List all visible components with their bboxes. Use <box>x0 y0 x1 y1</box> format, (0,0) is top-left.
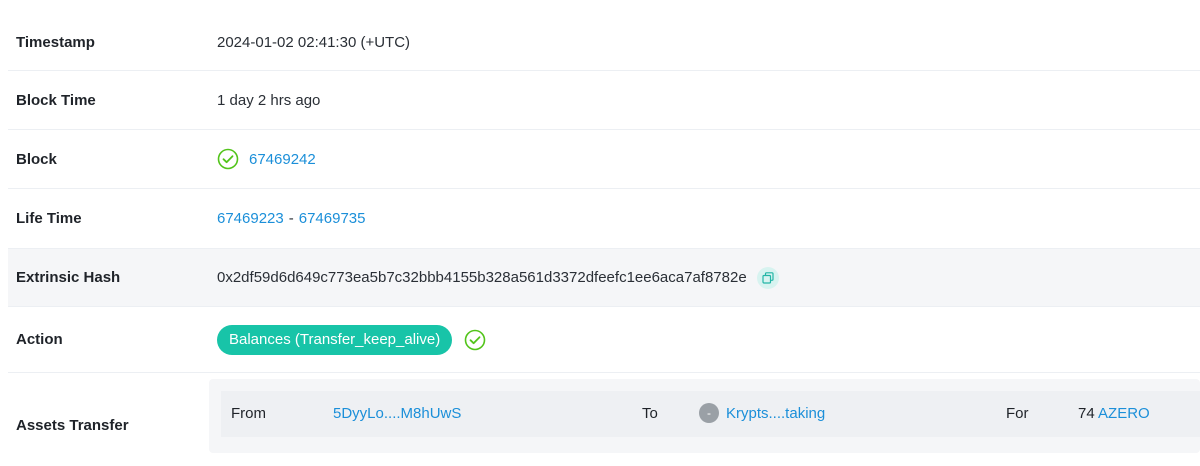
transfer-amount: 74 AZERO <box>1078 391 1150 437</box>
row-block: Block 67469242 <box>8 130 1200 189</box>
check-circle-icon <box>217 148 239 170</box>
life-time-separator: - <box>288 210 294 227</box>
row-action: Action Balances (Transfer_keep_alive) <box>8 307 1200 373</box>
action-label: Action <box>16 331 63 348</box>
timestamp-value: 2024-01-02 02:41:30 (+UTC) <box>217 33 411 51</box>
extrinsic-hash-label: Extrinsic Hash <box>16 269 121 286</box>
transfer-to-account-link[interactable]: Krypts....taking <box>726 405 825 422</box>
transfer-entry: From 5DyyLo....M8hUwS To - Krypts....taki… <box>221 391 1200 437</box>
transfer-to-account: - Krypts....taking <box>699 391 825 437</box>
transfer-token-link[interactable]: AZERO <box>1098 405 1150 422</box>
assets-transfer-box: From 5DyyLo....M8hUwS To - Krypts....taki… <box>209 379 1200 453</box>
life-time-start-link[interactable]: 67469223 <box>217 210 284 227</box>
block-time-value: 1 day 2 hrs ago <box>217 91 321 109</box>
extrinsic-details-table: Timestamp 2024-01-02 02:41:30 (+UTC) Blo… <box>8 14 1200 466</box>
avatar-icon: - <box>699 402 719 423</box>
action-badge[interactable]: Balances (Transfer_keep_alive) <box>217 324 453 355</box>
block-label: Block <box>16 150 57 168</box>
check-circle-icon <box>464 329 486 351</box>
block-value: 67469242 <box>217 148 316 170</box>
copy-icon[interactable] <box>756 266 779 289</box>
transfer-amount-value: 74 <box>1078 405 1095 422</box>
life-time-value: 67469223 - 67469735 <box>217 210 366 227</box>
row-block-time: Block Time 1 day 2 hrs ago <box>8 71 1200 130</box>
assets-transfer-label: Assets Transfer <box>16 417 129 434</box>
transfer-from-address-link[interactable]: 5DyyLo....M8hUwS <box>333 391 461 437</box>
timestamp-label: Timestamp <box>16 33 95 51</box>
row-extrinsic-hash: Extrinsic Hash 0x2df59d6d649c773ea5b7c32… <box>8 249 1200 307</box>
transfer-from-label: From <box>231 405 266 422</box>
transfer-to-label: To <box>642 405 658 422</box>
block-number-link[interactable]: 67469242 <box>249 151 316 168</box>
action-value: Balances (Transfer_keep_alive) <box>217 324 496 355</box>
row-assets-transfer: Assets Transfer From 5DyyLo....M8hUwS To… <box>8 373 1200 466</box>
row-timestamp: Timestamp 2024-01-02 02:41:30 (+UTC) <box>8 14 1200 71</box>
block-time-label: Block Time <box>16 91 96 109</box>
life-time-label: Life Time <box>16 210 82 227</box>
row-life-time: Life Time 67469223 - 67469735 <box>8 189 1200 249</box>
extrinsic-hash-value: 0x2df59d6d649c773ea5b7c32bbb4155b328a561… <box>217 266 779 289</box>
extrinsic-hash-text: 0x2df59d6d649c773ea5b7c32bbb4155b328a561… <box>217 269 747 286</box>
life-time-end-link[interactable]: 67469735 <box>299 210 366 227</box>
transfer-for-label: For <box>1006 405 1029 422</box>
